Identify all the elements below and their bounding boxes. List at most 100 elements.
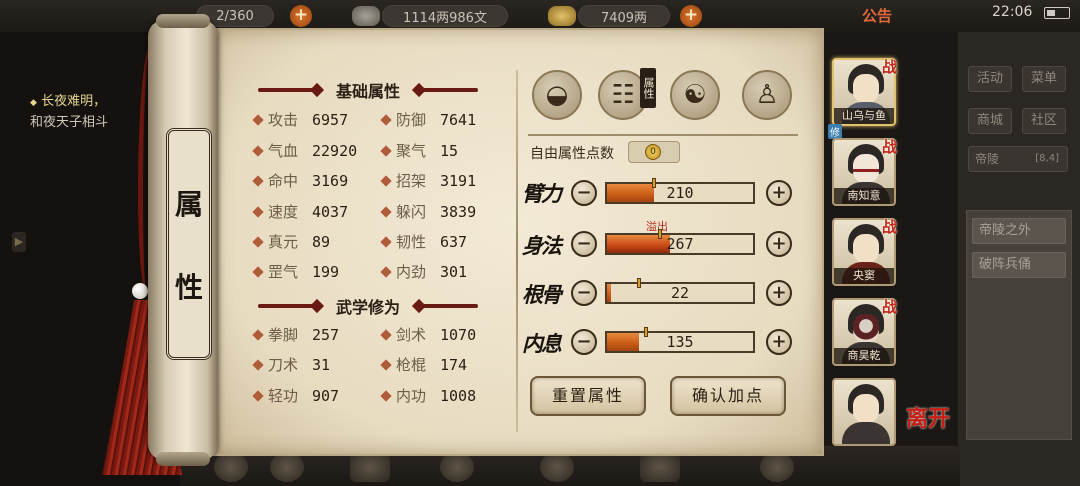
community-button[interactable]: 社区 bbox=[1022, 108, 1066, 134]
agility-minus-button[interactable]: − bbox=[571, 231, 597, 257]
stat-attack: 攻击 6957 bbox=[252, 109, 348, 131]
confirm-points-button[interactable]: 确认加点 bbox=[670, 376, 786, 416]
section-ornament bbox=[418, 304, 478, 308]
stat-tenacity: 韧性 637 bbox=[380, 231, 467, 253]
yinyang-icon[interactable]: ☯ bbox=[670, 70, 720, 120]
battery-icon bbox=[1044, 7, 1070, 19]
attr-name-constitution: 根骨 bbox=[522, 282, 562, 307]
gold-ingot-icon bbox=[548, 6, 576, 26]
scroll-title-char: 性 bbox=[174, 270, 203, 304]
quest-diamond-icon: ◆ bbox=[30, 98, 37, 108]
stat-dodge: 躲闪 3839 bbox=[380, 201, 476, 223]
skill-blade: 刀术 31 bbox=[252, 354, 330, 376]
stat-inner-force: 内劲 301 bbox=[380, 261, 467, 283]
breath-plus-button[interactable]: + bbox=[766, 329, 792, 355]
skill-lightness: 轻功 907 bbox=[252, 385, 339, 407]
stat-hp: 气血 22920 bbox=[252, 140, 357, 162]
gold-add-button[interactable]: + bbox=[680, 5, 702, 27]
battle-badge: 战 bbox=[882, 298, 898, 316]
quest-subtitle: 和夜天子相斗 bbox=[30, 115, 109, 130]
character-hat-icon[interactable]: ◒ bbox=[532, 70, 582, 120]
breath-minus-button[interactable]: − bbox=[571, 329, 597, 355]
skill-spear: 枪棍 174 bbox=[380, 354, 467, 376]
agility-value: 267 bbox=[666, 235, 694, 253]
stamina-add-button[interactable]: + bbox=[290, 5, 312, 27]
attr-name-breath: 内息 bbox=[522, 331, 562, 356]
strength-value: 210 bbox=[666, 184, 694, 202]
battle-badge: 战 bbox=[882, 58, 898, 76]
location-display[interactable]: 帝陵 [8,4] bbox=[968, 146, 1068, 172]
bottom-nav-item[interactable] bbox=[214, 452, 248, 482]
gold-display: 7409两 bbox=[578, 5, 670, 27]
bottom-nav-item[interactable] bbox=[540, 452, 574, 482]
attr-name-strength: 臂力 bbox=[522, 181, 562, 206]
constitution-plus-button[interactable]: + bbox=[766, 280, 792, 306]
stat-gang-qi: 罡气 199 bbox=[252, 261, 339, 283]
expand-arrow-icon[interactable]: ▶ bbox=[12, 232, 26, 252]
bottom-nav-item[interactable] bbox=[640, 452, 680, 482]
basic-attributes-title: 基础属性 bbox=[335, 82, 400, 101]
section-ornament bbox=[418, 88, 478, 92]
notice-button[interactable]: 公告 bbox=[862, 5, 892, 26]
scroll-cap-top bbox=[156, 14, 210, 28]
cultivate-tag: 修 bbox=[828, 124, 842, 139]
coin-icon bbox=[352, 6, 380, 26]
tassel-bead bbox=[132, 283, 148, 299]
strength-plus-button[interactable]: + bbox=[766, 180, 792, 206]
area-list bbox=[966, 210, 1072, 440]
location-name: 帝陵 bbox=[975, 152, 1000, 166]
scroll-title-label: 属 性 bbox=[166, 128, 212, 360]
activity-button[interactable]: 活动 bbox=[968, 66, 1012, 92]
area-item-outside[interactable]: 帝陵之外 bbox=[972, 218, 1066, 244]
scroll-cap-bottom bbox=[156, 452, 210, 466]
menu-button[interactable]: 菜单 bbox=[1022, 66, 1066, 92]
agility-plus-button[interactable]: + bbox=[766, 231, 792, 257]
party-member-name: 央窦 bbox=[834, 268, 894, 284]
constitution-minus-button[interactable]: − bbox=[571, 280, 597, 306]
stat-qi-gather: 聚气 15 bbox=[380, 140, 458, 162]
party-member-5[interactable] bbox=[832, 378, 896, 446]
constitution-value: 22 bbox=[670, 284, 690, 302]
quest-tracker[interactable]: ◆ 长夜难明， 和夜天子相斗 bbox=[30, 92, 108, 133]
strength-bar: 210 bbox=[605, 178, 755, 204]
stat-true-energy: 真元 89 bbox=[252, 231, 330, 253]
bottom-nav-item[interactable] bbox=[760, 452, 794, 482]
leave-button[interactable]: 离开 bbox=[906, 408, 950, 430]
coins-display: 1114两986文 bbox=[382, 5, 508, 27]
party-member-name: 南知意 bbox=[834, 188, 894, 204]
stat-speed: 速度 4037 bbox=[252, 201, 348, 223]
clock: 22:06 bbox=[992, 4, 1033, 20]
area-item-soldiers[interactable]: 破阵兵俑 bbox=[972, 252, 1066, 278]
attr-name-agility: 身法 bbox=[522, 233, 562, 258]
body-meridian-icon[interactable]: ♙ bbox=[742, 70, 792, 120]
gold-value: 7409两 bbox=[600, 10, 648, 26]
skill-sword: 剑术 1070 bbox=[380, 324, 476, 346]
quest-title: 长夜难明， bbox=[41, 94, 107, 109]
shop-button[interactable]: 商城 bbox=[968, 108, 1012, 134]
tab-underline bbox=[528, 134, 798, 136]
panel-divider bbox=[516, 70, 518, 432]
stat-hit: 命中 3169 bbox=[252, 170, 348, 192]
breath-bar: 135 bbox=[605, 327, 755, 353]
stat-defense: 防御 7641 bbox=[380, 109, 476, 131]
breath-value: 135 bbox=[666, 333, 694, 351]
stat-parry: 招架 3191 bbox=[380, 170, 476, 192]
skill-inner: 内功 1008 bbox=[380, 385, 476, 407]
reset-attributes-button[interactable]: 重置属性 bbox=[530, 376, 646, 416]
party-member-name: 商昊乾 bbox=[834, 348, 894, 364]
attribute-tab-badge: 属性 bbox=[640, 68, 656, 108]
bottom-nav-item[interactable] bbox=[270, 452, 304, 482]
martial-skills-title: 武学修为 bbox=[335, 298, 400, 317]
agility-bar: 267 bbox=[605, 229, 755, 255]
bottom-nav-item[interactable] bbox=[350, 452, 390, 482]
free-points-label: 自由属性点数 bbox=[530, 146, 614, 162]
bottom-nav-item[interactable] bbox=[440, 452, 474, 482]
constitution-bar: 22 bbox=[605, 278, 755, 304]
coins-value: 1114两986文 bbox=[403, 10, 487, 26]
battle-badge: 战 bbox=[882, 218, 898, 236]
strength-minus-button[interactable]: − bbox=[571, 180, 597, 206]
stamina-value: 2/360 bbox=[216, 8, 254, 24]
scroll-title-char: 属 bbox=[174, 187, 203, 221]
location-coords: [8,4] bbox=[1035, 153, 1059, 164]
party-member-name: 山乌与鱼 bbox=[834, 108, 894, 124]
